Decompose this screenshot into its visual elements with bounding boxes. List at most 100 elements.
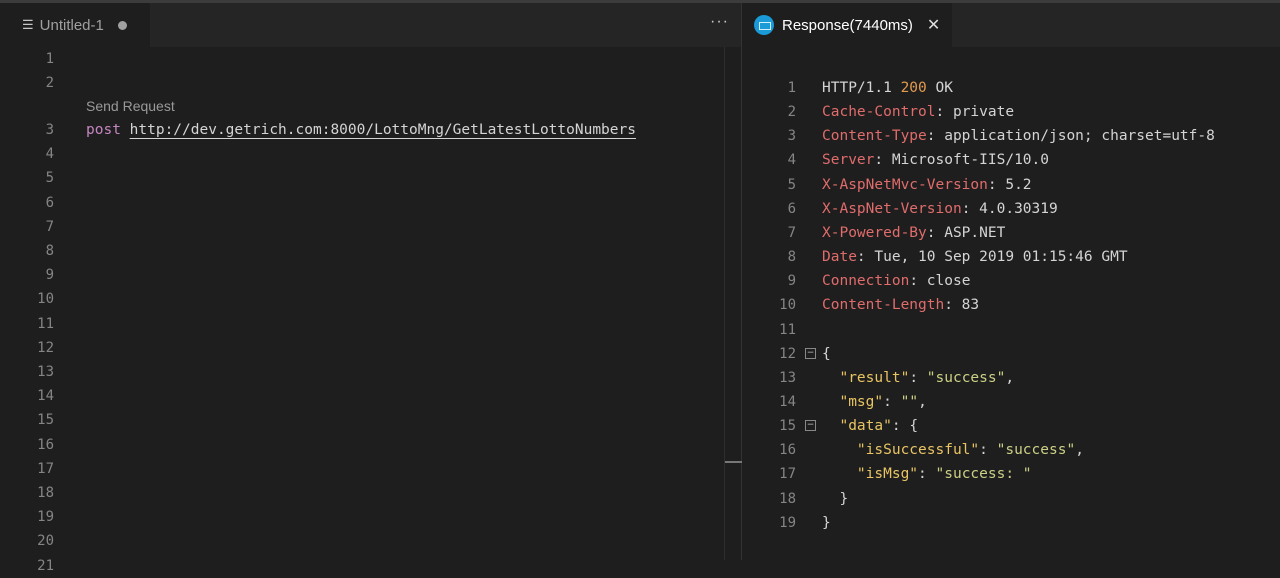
line-number: 17 [779, 466, 796, 483]
line-number: 12 [779, 345, 796, 362]
token: : application/json; charset=utf-8 [926, 128, 1215, 145]
response-line: "isSuccessful": "success", [822, 438, 1084, 462]
token: Connection [822, 273, 910, 290]
file-lines-icon: ☰ [22, 17, 34, 32]
tab-label: Untitled-1 [39, 16, 104, 34]
line-number: 6 [45, 194, 54, 211]
token: OK [926, 80, 953, 96]
line-number: 16 [37, 436, 54, 453]
pane-divider[interactable] [741, 3, 742, 560]
response-line: Connection: close [822, 269, 970, 293]
send-request-codelens[interactable]: Send Request [86, 98, 175, 114]
line-number: 10 [779, 297, 796, 314]
response-line: Cache-Control: private [822, 100, 1014, 124]
response-line: "data": { [822, 414, 918, 438]
fold-toggle-icon[interactable]: − [805, 347, 816, 359]
token: : ASP.NET [926, 224, 1006, 241]
token: "data" [839, 418, 892, 435]
rest-client-logo-icon [754, 15, 774, 35]
token: "success: " [935, 466, 1032, 483]
request-line[interactable]: post http://dev.getrich.com:8000/LottoMn… [86, 118, 636, 142]
close-icon[interactable]: ✕ [927, 15, 940, 35]
response-line: Server: Microsoft-IIS/10.0 [822, 148, 1049, 172]
token: { [822, 345, 831, 362]
token: "success" [996, 442, 1076, 459]
line-number: 9 [787, 273, 796, 290]
token: Date [822, 249, 857, 266]
line-number: 10 [37, 291, 54, 308]
token: : 5.2 [987, 176, 1032, 193]
response-line: } [822, 487, 848, 511]
line-number: 15 [37, 412, 54, 429]
scrollbar[interactable] [724, 47, 742, 560]
line-number: 2 [787, 104, 796, 121]
token: Content-Type [822, 128, 927, 145]
token: "isSuccessful" [856, 442, 980, 459]
token: Server [822, 152, 875, 169]
token: "msg" [839, 393, 884, 410]
line-number: 1 [45, 51, 54, 67]
token: : Tue, 10 Sep 2019 01:15:46 GMT [856, 249, 1128, 266]
line-number: 18 [779, 490, 796, 507]
line-number: 14 [779, 393, 796, 410]
tab-label: Response(7440ms) [782, 16, 913, 34]
token: , [1005, 369, 1015, 386]
token: } [822, 514, 831, 531]
line-number: 20 [37, 533, 54, 550]
token: X-AspNetMvc-Version [822, 176, 988, 193]
token: : { [891, 418, 919, 435]
line-number: 11 [37, 315, 54, 332]
line-number: 19 [37, 509, 54, 526]
request-url[interactable]: http://dev.getrich.com:8000/LottoMng/Get… [130, 122, 636, 138]
line-number: 12 [37, 339, 54, 356]
token: Content-Length [822, 297, 945, 314]
line-number: 3 [45, 122, 54, 138]
line-number: 5 [45, 170, 54, 187]
line-number: 4 [45, 146, 54, 163]
unsaved-dot-icon[interactable] [117, 20, 127, 30]
line-number: 16 [779, 442, 796, 459]
cursor-marker [725, 461, 742, 463]
http-method: post [86, 122, 121, 138]
line-number: 9 [45, 267, 54, 284]
token: : [918, 466, 936, 483]
line-number: 14 [37, 388, 54, 405]
token: : 83 [944, 297, 980, 314]
line-number: 11 [779, 321, 796, 338]
token: "result" [839, 369, 910, 386]
tab-untitled-1[interactable]: ☰ Untitled-1 [0, 3, 150, 47]
token: } [822, 490, 849, 507]
response-line: X-Powered-By: ASP.NET [822, 221, 1005, 245]
line-number: 7 [45, 218, 54, 235]
token: , [918, 393, 927, 410]
line-number: 19 [779, 514, 796, 531]
response-line: "msg": "", [822, 390, 927, 414]
response-line: X-AspNetMvc-Version: 5.2 [822, 173, 1032, 197]
tab-response[interactable]: Response(7440ms) ✕ [742, 3, 952, 47]
response-line: } [822, 511, 831, 535]
line-number: 1 [787, 80, 796, 96]
response-line: Date: Tue, 10 Sep 2019 01:15:46 GMT [822, 245, 1128, 269]
token: Cache-Control [822, 104, 936, 121]
line-number: 4 [787, 152, 796, 169]
line-number: 8 [45, 243, 54, 259]
line-number: 7 [787, 224, 796, 241]
response-line: "result": "success", [822, 366, 1014, 390]
token: "isMsg" [856, 466, 919, 483]
response-line: HTTP/1.1 200 OK [822, 76, 953, 100]
token: : [909, 369, 927, 386]
response-line: Content-Type: application/json; charset=… [822, 124, 1215, 148]
response-line: { [822, 342, 831, 366]
token: : private [935, 104, 1015, 121]
line-number: 13 [779, 369, 796, 386]
token: : [883, 393, 901, 410]
more-actions-button[interactable]: ··· [710, 13, 729, 31]
right-tab-bar: Response(7440ms) ✕ [742, 3, 1280, 47]
token: : [979, 442, 997, 459]
fold-toggle-icon[interactable]: − [805, 420, 816, 432]
token: "" [900, 393, 919, 410]
